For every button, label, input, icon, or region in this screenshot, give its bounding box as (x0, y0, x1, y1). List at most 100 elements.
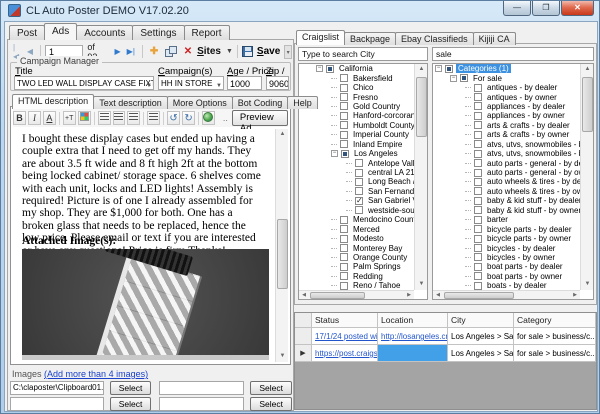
tree-item-palm-springs[interactable]: Palm Springs (299, 262, 414, 271)
expander-icon[interactable]: − (435, 65, 442, 72)
insert-color-table-button[interactable] (78, 111, 91, 125)
tab-help[interactable]: Help (287, 96, 318, 109)
copy-record-button[interactable] (165, 46, 176, 57)
checkbox[interactable] (340, 112, 348, 120)
checkbox[interactable] (340, 131, 348, 139)
next-record-button[interactable]: ▶ (112, 47, 124, 56)
checkbox[interactable] (340, 74, 348, 82)
checkbox[interactable] (474, 197, 482, 205)
scroll-right-icon[interactable]: ▶ (404, 291, 414, 300)
tree-item-los-angeles[interactable]: −Los Angeles (299, 149, 414, 158)
tree-item-baby-kid-stuff-by-owner[interactable]: baby & kid stuff - by owner (433, 206, 580, 215)
tree-item-humboldt-county[interactable]: Humboldt County (299, 121, 414, 130)
tree-item-westside-southbay[interactable]: westside-southbay (299, 206, 414, 215)
status-cell[interactable]: 17/1/24 posted with ... (312, 328, 378, 345)
checkbox[interactable] (474, 272, 482, 280)
tree-item-merced[interactable]: Merced (299, 224, 414, 233)
checkbox[interactable] (340, 140, 348, 148)
tree-item-atvs-utvs-snowmobiles-by-dealer[interactable]: atvs, utvs, snowmobiles - by dealer (433, 140, 580, 149)
checkbox[interactable] (474, 187, 482, 195)
checkbox[interactable] (474, 150, 482, 158)
justify-button[interactable] (147, 111, 160, 125)
checkbox[interactable] (445, 65, 453, 73)
checkbox[interactable] (340, 225, 348, 233)
checkbox[interactable] (340, 93, 348, 101)
select-image-button-3[interactable]: Select (110, 397, 152, 411)
checkbox[interactable] (474, 253, 482, 261)
tab-kijiji-ca[interactable]: Kijiji CA (473, 32, 516, 45)
tab-ebay-classifieds[interactable]: Ebay Classifieds (395, 32, 474, 45)
scroll-up-icon[interactable]: ▲ (581, 64, 594, 75)
hyperlink-button[interactable] (202, 111, 215, 125)
campaign-combobox[interactable]: HH IN STORE▼ (158, 76, 224, 90)
font-color-button[interactable]: A (43, 111, 56, 125)
row-selector[interactable]: ▶ (295, 345, 312, 362)
minimize-button[interactable]: — (503, 1, 531, 16)
checkbox[interactable] (340, 272, 348, 280)
checkbox[interactable] (474, 282, 482, 290)
image-path-input-4[interactable] (159, 397, 244, 411)
checkbox[interactable] (355, 197, 363, 205)
tree-item-boat-parts-by-dealer[interactable]: boat parts - by dealer (433, 262, 580, 271)
align-center-button[interactable] (113, 111, 126, 125)
tree-item-modesto[interactable]: Modesto (299, 234, 414, 243)
column-header-location[interactable]: Location (378, 313, 448, 328)
tree-item-atvs-utvs-snowmobiles-by-owner[interactable]: atvs, utvs, snowmobiles - by owner (433, 149, 580, 158)
save-button[interactable]: Save (242, 46, 280, 57)
category-tree-hscrollbar[interactable]: ◀ ▶ (433, 290, 580, 299)
cell-link[interactable]: 17/1/24 posted with ... (315, 332, 378, 341)
expander-icon[interactable]: − (331, 150, 338, 157)
tab-accounts[interactable]: Accounts (76, 25, 133, 40)
tab-post[interactable]: Post (9, 25, 45, 40)
tab-ads[interactable]: Ads (44, 23, 77, 40)
tree-item-bakersfield[interactable]: Bakersfield (299, 73, 414, 82)
checkbox[interactable] (340, 121, 348, 129)
scroll-down-icon[interactable]: ▼ (276, 351, 288, 362)
tab-craigslist[interactable]: Craigslist (296, 30, 345, 45)
align-left-button[interactable] (98, 111, 111, 125)
zip-input[interactable]: 90603 (266, 76, 289, 90)
location-cell[interactable]: http://losangeles.crai... (378, 328, 448, 345)
scroll-thumb[interactable] (277, 219, 288, 289)
tree-item-san-fernando-vall[interactable]: San Fernando Vall (299, 187, 414, 196)
checkbox[interactable] (340, 244, 348, 252)
image-path-input-2[interactable] (159, 381, 244, 395)
checkbox[interactable] (474, 225, 482, 233)
scroll-thumb[interactable] (444, 292, 514, 299)
tree-item-baby-kid-stuff-by-dealer[interactable]: baby & kid stuff - by dealer (433, 196, 580, 205)
select-image-button-1[interactable]: Select (110, 381, 152, 395)
tree-item-antelope-valley[interactable]: Antelope Valley (299, 158, 414, 167)
checkbox[interactable] (474, 112, 482, 120)
tree-item-california[interactable]: −California (299, 64, 414, 73)
tree-item-bicycle-parts-by-owner[interactable]: bicycle parts - by owner (433, 234, 580, 243)
checkbox[interactable] (474, 206, 482, 214)
scroll-up-icon[interactable]: ▲ (276, 129, 288, 140)
tab-html-description[interactable]: HTML description (12, 94, 94, 109)
cell-link[interactable]: http://losangeles.crai... (381, 332, 448, 341)
cell-link[interactable]: https://post.craigslist... (315, 349, 378, 358)
preview-ad-button[interactable]: Preview Ad (232, 110, 288, 126)
city-tree-vscrollbar[interactable]: ▲ ▼ (414, 64, 427, 290)
checkbox[interactable] (474, 178, 482, 186)
select-image-button-2[interactable]: Select (250, 381, 292, 395)
tab-backpage[interactable]: Backpage (344, 32, 396, 45)
last-record-button[interactable]: ▶| (124, 47, 138, 56)
row-selector[interactable] (295, 328, 312, 345)
column-header-status[interactable]: Status (312, 313, 378, 328)
tree-item-auto-wheels-tires-by-owner[interactable]: auto wheels & tires - by owner (433, 187, 580, 196)
add-more-images-link[interactable]: (Add more than 4 images) (44, 369, 148, 379)
checkbox[interactable] (340, 216, 348, 224)
location-cell[interactable] (378, 345, 448, 362)
checkbox[interactable] (341, 150, 349, 158)
add-record-button[interactable]: ✚ (147, 46, 161, 57)
tree-item-inland-empire[interactable]: Inland Empire (299, 140, 414, 149)
tree-item-antiques-by-dealer[interactable]: antiques - by dealer (433, 83, 580, 92)
tree-item-categories-1[interactable]: −Categories (1) (433, 64, 580, 73)
checkbox[interactable] (474, 131, 482, 139)
checkbox[interactable] (474, 169, 482, 177)
scroll-down-icon[interactable]: ▼ (415, 279, 428, 290)
scroll-thumb[interactable] (310, 292, 365, 299)
tree-item-imperial-county[interactable]: Imperial County (299, 130, 414, 139)
checkbox[interactable] (474, 93, 482, 101)
sites-dropdown-arrow[interactable]: ▼ (226, 48, 233, 55)
